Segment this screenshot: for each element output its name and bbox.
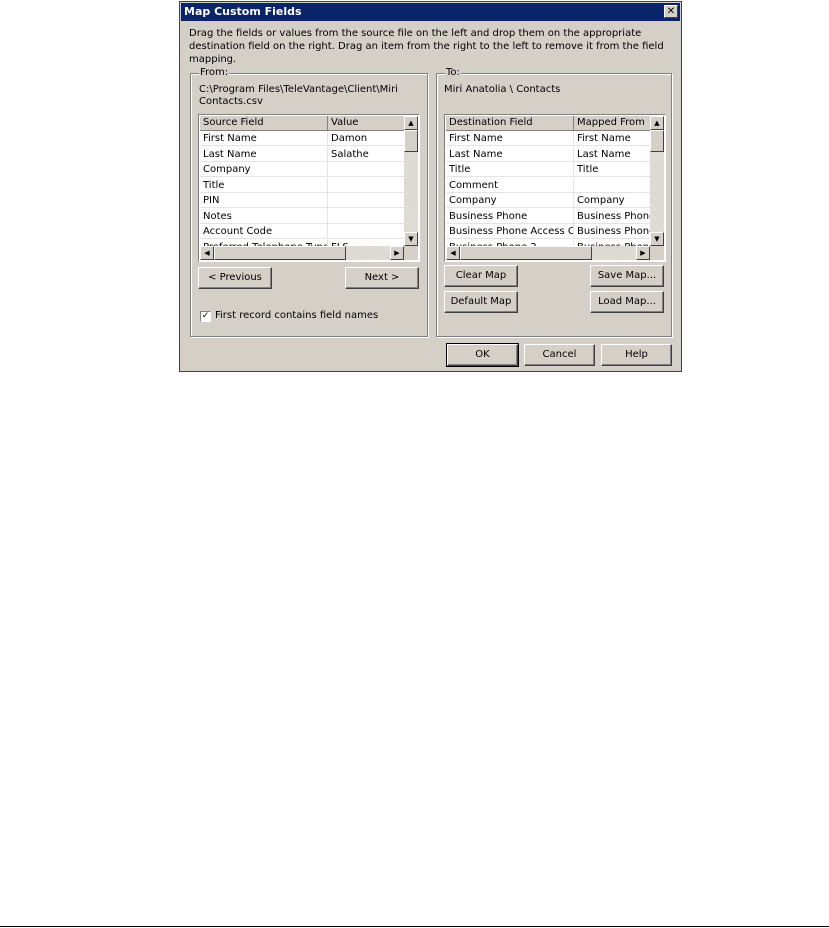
table-cell[interactable] — [328, 193, 404, 208]
source-file-path-line1: C:\Program Files\TeleVantage\Client\Miri — [199, 84, 398, 95]
table-cell[interactable]: Company — [446, 193, 574, 208]
table-row[interactable]: Business Phone Access CodeBusiness Phone — [446, 224, 650, 239]
save-map-button[interactable]: Save Map... — [590, 265, 664, 287]
table-cell[interactable]: Last Name — [446, 146, 574, 162]
from-label: From: — [199, 67, 230, 79]
from-group: From: C:\Program Files\TeleVantage\Clien… — [190, 67, 428, 337]
map-custom-fields-dialog: Map Custom Fields ✕ Drag the fields or v… — [179, 1, 682, 372]
table-row[interactable]: Title — [200, 177, 404, 193]
table-row[interactable]: Comment — [446, 177, 650, 193]
scroll-corner — [404, 246, 418, 260]
column-header-source-field[interactable]: Source Field — [200, 116, 328, 131]
table-cell[interactable] — [574, 178, 650, 193]
table-cell[interactable]: First Name — [446, 131, 574, 146]
table-cell[interactable]: Title — [446, 162, 574, 177]
title-bar[interactable]: Map Custom Fields ✕ — [181, 3, 680, 21]
page-divider — [0, 926, 829, 927]
ok-button[interactable]: OK — [446, 343, 519, 367]
table-cell[interactable] — [328, 178, 404, 193]
scroll-thumb[interactable] — [650, 130, 664, 152]
table-cell[interactable]: Business Phone — [574, 224, 650, 239]
destination-field-grid[interactable]: Destination Field Mapped From First Name… — [444, 114, 666, 262]
table-cell[interactable]: Business Phone — [446, 208, 574, 224]
column-header-destination-field[interactable]: Destination Field — [446, 116, 574, 131]
table-cell[interactable]: First Name — [200, 131, 328, 146]
table-cell[interactable] — [328, 162, 404, 177]
instructions-text: Drag the fields or values from the sourc… — [189, 28, 664, 65]
scroll-left-icon[interactable]: ◀ — [200, 246, 214, 260]
table-row[interactable]: Notes — [200, 208, 404, 224]
scroll-up-icon[interactable]: ▲ — [404, 116, 418, 130]
source-field-grid[interactable]: Source Field Value First Name Damon Last N… — [198, 114, 420, 262]
scroll-thumb[interactable] — [214, 246, 346, 260]
table-cell[interactable]: Business Phone Access Code — [446, 224, 574, 239]
table-cell[interactable]: Business Phone — [574, 209, 650, 224]
table-row[interactable]: Account Code — [200, 224, 404, 239]
table-row[interactable]: Last Name Salathe — [200, 146, 404, 162]
first-record-checkbox[interactable]: ✓ — [200, 311, 211, 322]
to-group: To: Miri Anatolia \ Contacts Destination… — [436, 67, 672, 337]
scroll-down-icon[interactable]: ▼ — [404, 232, 418, 246]
table-cell[interactable]: Last Name — [574, 147, 650, 162]
scroll-thumb[interactable] — [404, 130, 418, 152]
source-file-path-line2: Contacts.csv — [199, 96, 263, 107]
table-cell[interactable]: Company — [574, 193, 650, 208]
table-cell[interactable]: Title — [574, 162, 650, 177]
table-cell[interactable]: Notes — [200, 208, 328, 224]
table-cell[interactable]: PIN — [200, 193, 328, 208]
previous-button[interactable]: < Previous — [198, 267, 272, 289]
table-cell[interactable]: Company — [200, 162, 328, 177]
table-cell[interactable]: Last Name — [200, 146, 328, 162]
scroll-right-icon[interactable]: ▶ — [390, 246, 404, 260]
table-row[interactable]: Company Company — [446, 193, 650, 208]
column-header-value[interactable]: Value — [328, 116, 404, 131]
help-button[interactable]: Help — [601, 344, 672, 366]
scroll-right-icon[interactable]: ▶ — [636, 246, 650, 260]
table-cell[interactable] — [328, 224, 404, 239]
table-cell[interactable] — [328, 209, 404, 224]
table-cell[interactable]: First Name — [574, 131, 650, 146]
table-cell[interactable]: Salathe — [328, 147, 404, 162]
next-button[interactable]: Next > — [345, 267, 419, 289]
close-icon[interactable]: ✕ — [664, 5, 678, 18]
table-row[interactable]: PIN — [200, 193, 404, 208]
table-cell[interactable]: Account Code — [200, 224, 328, 239]
scroll-corner — [650, 246, 664, 260]
load-map-button[interactable]: Load Map... — [590, 291, 664, 313]
clear-map-button[interactable]: Clear Map — [444, 265, 518, 287]
destination-grid-body: Destination Field Mapped From First Name… — [446, 116, 650, 246]
table-row[interactable]: Title Title — [446, 162, 650, 177]
destination-horizontal-scrollbar[interactable]: ◀ ▶ — [446, 246, 650, 260]
table-row[interactable]: First Name Damon — [200, 131, 404, 146]
dialog-title: Map Custom Fields — [184, 5, 302, 18]
table-row[interactable]: First Name First Name — [446, 131, 650, 146]
table-cell[interactable]: Title — [200, 177, 328, 193]
source-horizontal-scrollbar[interactable]: ◀ ▶ — [200, 246, 404, 260]
scroll-thumb[interactable] — [460, 246, 592, 260]
to-label: To: — [445, 67, 461, 79]
default-map-button[interactable]: Default Map — [444, 291, 518, 313]
source-grid-body: Source Field Value First Name Damon Last N… — [200, 116, 404, 246]
scroll-up-icon[interactable]: ▲ — [650, 116, 664, 130]
scroll-left-icon[interactable]: ◀ — [446, 246, 460, 260]
table-row[interactable]: Company — [200, 162, 404, 177]
destination-vertical-scrollbar[interactable]: ▲ ▼ — [650, 116, 664, 246]
first-record-checkbox-label[interactable]: First record contains field names — [215, 310, 378, 322]
source-vertical-scrollbar[interactable]: ▲ ▼ — [404, 116, 418, 246]
table-cell[interactable]: Damon — [328, 131, 404, 146]
scroll-down-icon[interactable]: ▼ — [650, 232, 664, 246]
column-header-mapped-from[interactable]: Mapped From — [574, 116, 650, 131]
cancel-button[interactable]: Cancel — [524, 344, 595, 366]
destination-target: Miri Anatolia \ Contacts — [444, 84, 561, 95]
table-row[interactable]: Business Phone Business Phone — [446, 208, 650, 224]
table-cell[interactable]: Comment — [446, 177, 574, 193]
table-row[interactable]: Last Name Last Name — [446, 146, 650, 162]
